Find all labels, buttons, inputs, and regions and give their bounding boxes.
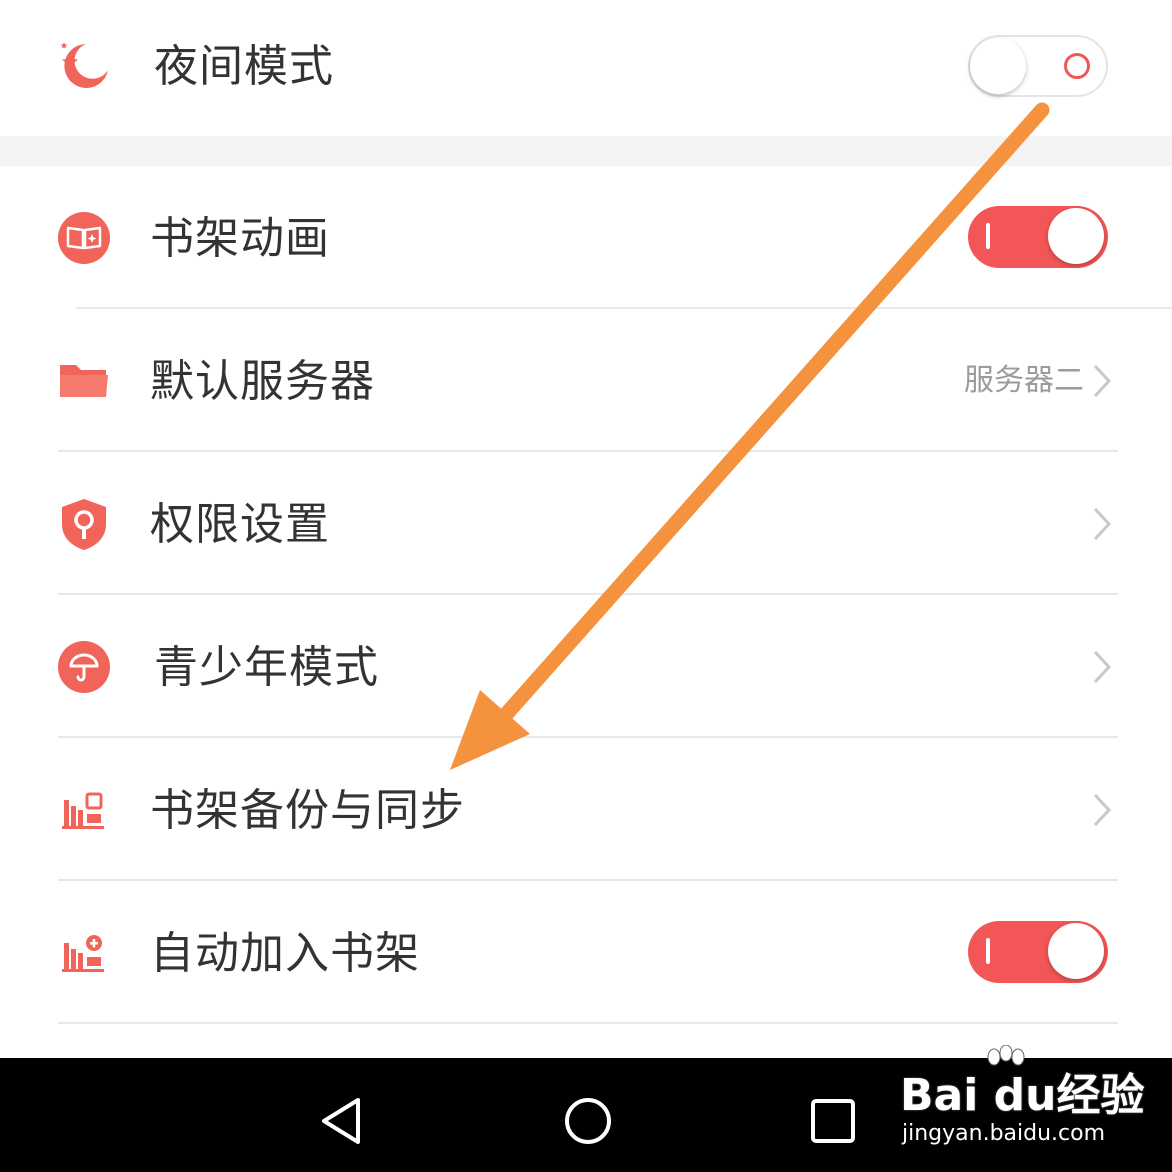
shelf-animation-toggle[interactable] (968, 206, 1108, 268)
umbrella-icon (58, 641, 110, 693)
home-circle-icon[interactable] (563, 1096, 613, 1146)
row-shelf-animation[interactable]: 书架动画 (0, 166, 1172, 308)
auto-add-shelf-toggle[interactable] (968, 921, 1108, 983)
row-permissions[interactable]: 权限设置 (0, 452, 1172, 594)
shelf-animation-label: 书架动画 (150, 213, 330, 264)
folder-icon (60, 365, 108, 397)
toggle-knob (970, 38, 1026, 94)
row-night-mode[interactable]: 夜间模式 (0, 0, 1172, 136)
toggle-knob (1048, 208, 1104, 264)
row-auto-add-shelf[interactable]: 自动加入书架 (0, 881, 1172, 1023)
watermark-main-text: Bai du经验 (900, 1070, 1145, 1121)
chevron-right-icon (1093, 507, 1112, 541)
row-shelf-backup-sync[interactable]: 书架备份与同步 (0, 738, 1172, 880)
shield-key-icon (62, 499, 106, 550)
moon-star-icon (60, 42, 108, 88)
row-teen-mode[interactable]: 青少年模式 (0, 595, 1172, 737)
default-server-value: 服务器二 (964, 363, 1084, 398)
back-triangle-icon[interactable] (318, 1096, 368, 1146)
chevron-right-icon (1093, 364, 1112, 398)
chevron-right-icon (1093, 793, 1112, 827)
baidu-jingyan-watermark: Bai du经验 jingyan.baidu.com (900, 1045, 1160, 1155)
toggle-knob (1048, 923, 1104, 979)
watermark-url: jingyan.baidu.com (902, 1121, 1106, 1146)
auto-add-shelf-label: 自动加入书架 (150, 928, 420, 979)
night-mode-label: 夜间模式 (154, 41, 334, 92)
toggle-off-indicator (1064, 53, 1090, 79)
section-gap (0, 136, 1172, 166)
teen-mode-label: 青少年模式 (154, 642, 379, 693)
toggle-on-indicator (986, 938, 990, 964)
book-sparkle-icon (58, 212, 110, 264)
row-default-server[interactable]: 默认服务器 服务器二 (0, 309, 1172, 451)
toggle-on-indicator (986, 223, 990, 249)
default-server-label: 默认服务器 (150, 356, 375, 407)
shelf-add-icon (62, 935, 104, 972)
shelf-sync-icon (62, 792, 104, 829)
recents-square-icon[interactable] (808, 1096, 858, 1146)
permissions-label: 权限设置 (150, 499, 330, 550)
shelf-backup-sync-label: 书架备份与同步 (150, 785, 465, 836)
night-mode-toggle[interactable] (968, 35, 1108, 97)
chevron-right-icon (1093, 650, 1112, 684)
settings-list: 夜间模式 书架动画 默认服务器 服务器二 权限设置 青少年模式 书架备份与同步 … (0, 0, 1172, 1058)
divider (58, 1022, 1118, 1024)
